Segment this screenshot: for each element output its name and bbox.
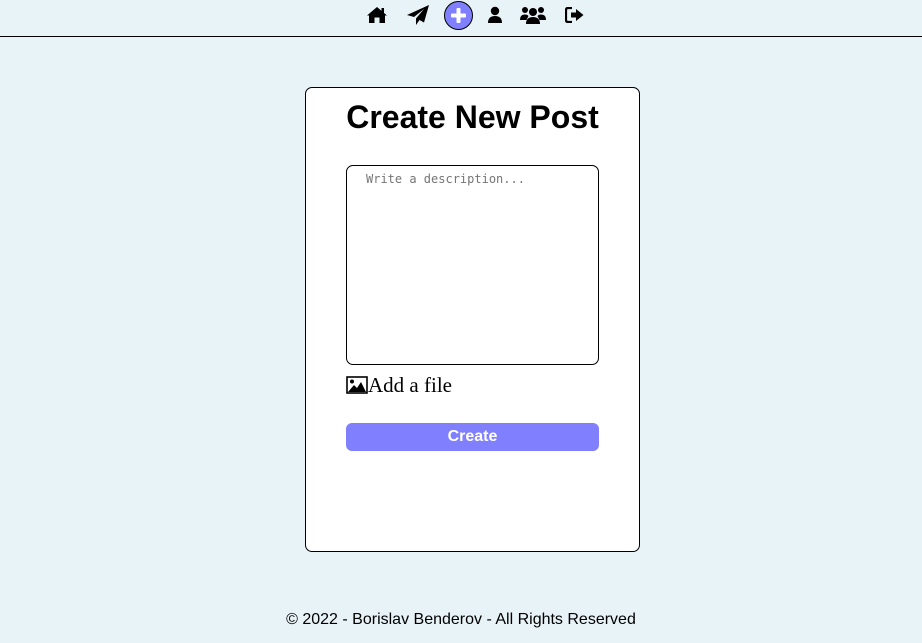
image-icon — [346, 376, 368, 394]
nav-messages-link[interactable] — [405, 2, 431, 28]
nav-create-post-link[interactable] — [444, 1, 473, 30]
add-file-text: Add a file — [368, 372, 452, 397]
users-icon — [520, 7, 546, 24]
home-icon — [367, 7, 387, 23]
plus-icon — [451, 8, 466, 23]
nav-profile-link[interactable] — [482, 2, 508, 28]
page-title: Create New Post — [346, 99, 599, 135]
nav-friends-link[interactable] — [520, 2, 546, 28]
top-navbar — [0, 0, 922, 37]
sign-out-icon — [565, 7, 584, 23]
paper-plane-icon — [407, 5, 429, 25]
description-textarea[interactable] — [346, 165, 599, 365]
create-post-card: Create New Post Add a file Create — [305, 87, 640, 552]
nav-logout-link[interactable] — [562, 2, 588, 28]
add-file-label[interactable]: Add a file — [346, 373, 452, 397]
user-icon — [488, 6, 502, 23]
nav-home-link[interactable] — [364, 2, 390, 28]
footer-copyright: © 2022 - Borislav Benderov - All Rights … — [286, 611, 636, 628]
create-button[interactable]: Create — [346, 423, 599, 451]
